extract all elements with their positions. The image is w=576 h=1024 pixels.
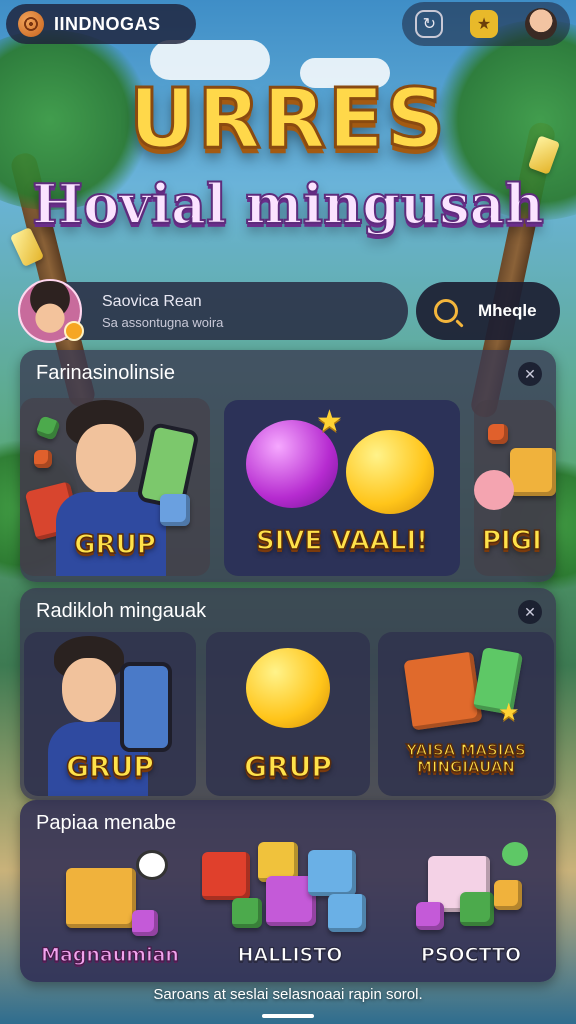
refresh-icon[interactable]: ↻ (415, 10, 444, 38)
close-icon[interactable]: ✕ (518, 600, 542, 624)
game-card[interactable]: GRUP (206, 632, 370, 796)
game-card[interactable]: Magnaumian (24, 840, 196, 980)
section-title: Radikloh mingauak (36, 600, 207, 622)
hero-subtitle: Hovial mingusah (31, 171, 545, 237)
game-card[interactable]: GRUP (20, 398, 210, 576)
top-bar: IINDNOGAS ↻ ★ (0, 0, 576, 50)
section-featured: Farinasinolinsie ✕ GRUP ★ SIVE VAALI! PI… (20, 350, 556, 582)
search-label: Mheqle (478, 301, 537, 320)
brand-button[interactable]: IINDNOGAS (6, 4, 196, 44)
card-label: GRUP (65, 749, 154, 784)
cookie-logo-icon (18, 11, 44, 37)
top-icon-group: ↻ ★ (402, 2, 570, 46)
card-label: PIGI (481, 525, 542, 557)
home-indicator[interactable] (262, 1014, 314, 1018)
card-label: Magnaumian (40, 943, 179, 966)
hero-title: URRES (128, 71, 447, 169)
avatar[interactable] (18, 279, 84, 343)
profile-text: Saovica Rean Sa assontugna woira (102, 293, 223, 330)
game-card[interactable]: PIGI (474, 400, 556, 576)
card-label: GRUP (243, 749, 332, 784)
game-card[interactable]: HALLISTO (200, 840, 380, 980)
card-label: PSOCTTO (420, 943, 522, 966)
game-card[interactable]: ★ YAISA MASIAS MINGIAUAN (378, 632, 554, 796)
section-popular: Papiaa menabe Magnaumian HALLISTO PSOCTT… (20, 800, 556, 982)
shield-badge-icon[interactable]: ★ (469, 10, 498, 38)
avatar-icon[interactable] (524, 8, 557, 40)
profile-subtitle: Sa assontugna woira (102, 314, 224, 330)
section-recommended: Radikloh mingauak ✕ GRUP GRUP ★ YAISA MA… (20, 588, 556, 800)
card-label: GRUP (73, 529, 156, 561)
close-icon[interactable]: ✕ (518, 362, 542, 386)
game-card[interactable]: ★ SIVE VAALI! (224, 400, 460, 576)
card-label: HALLISTO (237, 943, 343, 966)
footer-text: Saroans at seslai selasnoaai rapin sorol… (153, 986, 423, 1003)
card-label: YAISA MASIAS MINGIAUAN (405, 741, 526, 777)
profile-card[interactable]: Saovica Rean Sa assontugna woira (18, 279, 408, 343)
section-title: Papiaa menabe (36, 812, 177, 834)
brand-name: IINDNOGAS (54, 13, 161, 34)
search-icon (434, 299, 458, 323)
game-card[interactable]: GRUP (24, 632, 196, 796)
section-title: Farinasinolinsie (36, 362, 175, 384)
profile-name: Saovica Rean (102, 292, 202, 310)
card-label: SIVE VAALI! (255, 525, 429, 557)
game-card[interactable]: PSOCTTO (388, 840, 554, 980)
search-button[interactable]: Mheqle (416, 282, 560, 340)
flower-badge-icon (64, 321, 84, 341)
